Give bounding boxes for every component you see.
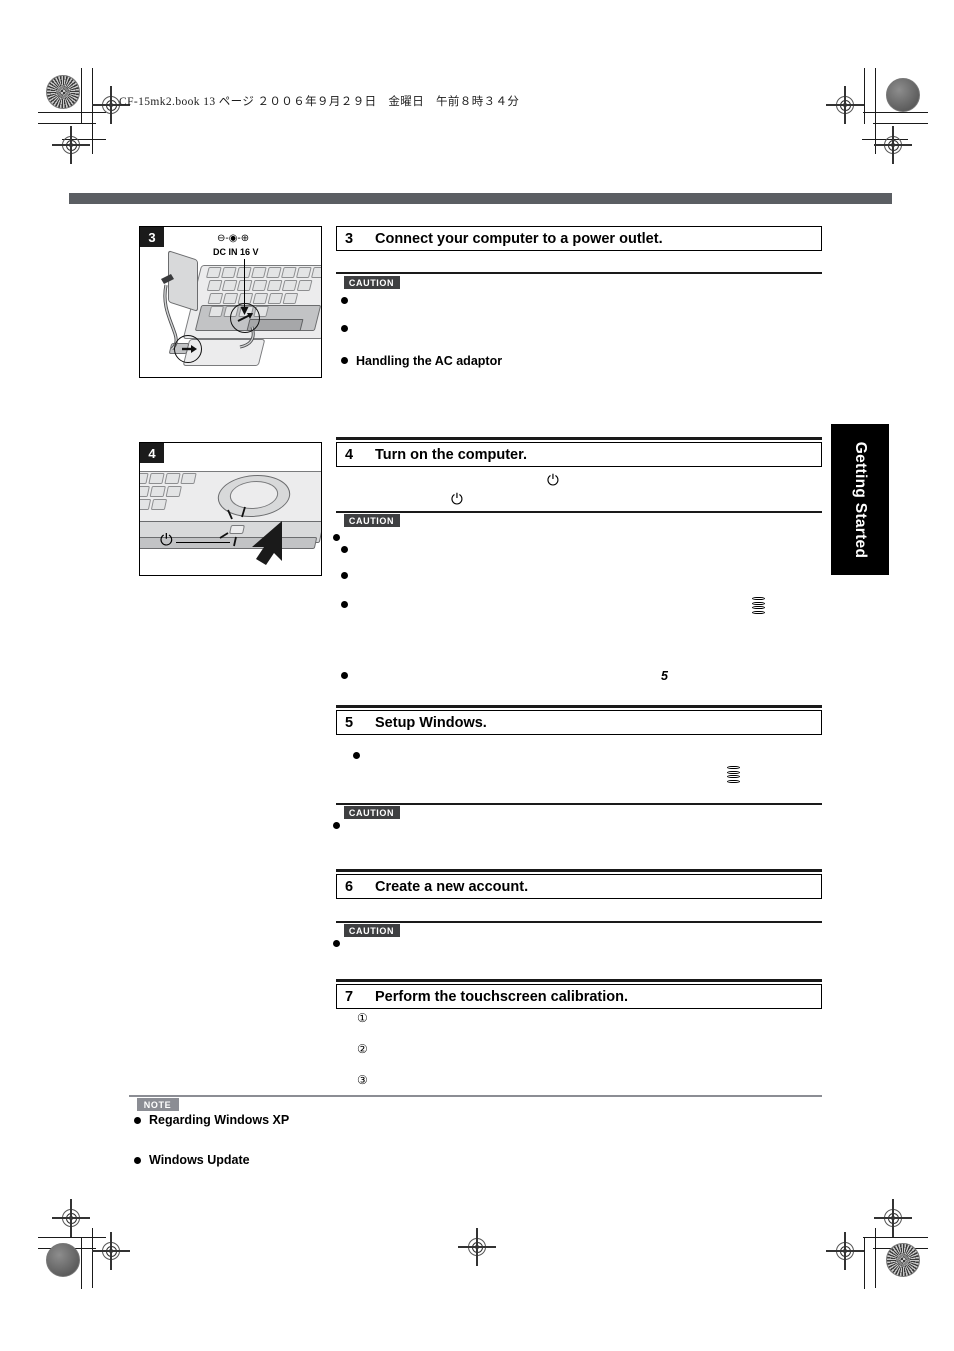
page-imprint-line: CF-15mk2.book 13 ページ ２００６年９月２９日 金曜日 午前８時… xyxy=(119,96,520,108)
step-7-number: 7 xyxy=(345,988,354,1005)
registration-mark-top-right-a xyxy=(826,86,864,124)
crop-line xyxy=(863,1237,928,1239)
crop-line xyxy=(92,1228,94,1288)
note-item-1-text: Regarding Windows XP xyxy=(149,1113,290,1127)
step-3-title-bar: 3 Connect your computer to a power outle… xyxy=(336,226,822,251)
step-4-title: Turn on the computer. xyxy=(375,446,527,463)
registration-starburst-bottom-right xyxy=(886,1243,920,1277)
chapter-thumb-tab-label: Getting Started xyxy=(852,441,869,558)
note-top-rule xyxy=(129,1095,822,1098)
registration-mark-top-left-b xyxy=(52,126,90,164)
chapter-thumb-tab: Getting Started xyxy=(831,424,889,575)
crop-line xyxy=(38,123,96,125)
step-5-bullet-1 xyxy=(353,752,360,759)
step-5-bullet-2 xyxy=(333,822,340,829)
registration-dot-bottom-left xyxy=(46,1243,80,1277)
registration-mark-bottom-center xyxy=(458,1228,496,1266)
page-header-rule xyxy=(69,193,892,204)
note-bullet-2 xyxy=(134,1157,141,1164)
reference-manual-icon-1 xyxy=(752,597,765,614)
note-bullet-1 xyxy=(134,1117,141,1124)
press-arrow-icon xyxy=(252,521,282,565)
step-6-title: Create a new account. xyxy=(375,878,529,895)
step-4-bullet-5 xyxy=(341,672,348,679)
step-5-caution-badge: CAUTION xyxy=(344,806,400,819)
step-7-substep-2: ② xyxy=(357,1042,368,1056)
step-3-bullet-1 xyxy=(341,297,348,304)
crop-line xyxy=(92,68,94,154)
crop-line xyxy=(864,1237,866,1289)
step-4-caution-badge: CAUTION xyxy=(344,514,400,527)
step-5-number: 5 xyxy=(345,714,354,731)
step-6-bullet-1 xyxy=(333,940,340,947)
figure-step-4: 4 ⏻ xyxy=(139,442,322,576)
step-4-bullet-4 xyxy=(341,601,348,608)
crop-line xyxy=(875,68,877,154)
step-4-bullet-1 xyxy=(333,534,340,541)
figure-step-3: 3 ⊖-◉-⊕ DC IN 16 V xyxy=(139,226,322,378)
step-3-bullet-2 xyxy=(341,325,348,332)
step-6-title-bar: 6 Create a new account. xyxy=(336,874,822,899)
step-7-substep-3: ③ xyxy=(357,1073,368,1087)
step-7-top-rule xyxy=(336,979,822,982)
step-4-caution-rule xyxy=(336,511,822,513)
step-3-bullet-3-text: Handling the AC adaptor xyxy=(356,354,503,368)
step-4-power-glyph-a: ⏻ xyxy=(547,472,559,489)
step-4-title-bar: 4 Turn on the computer. xyxy=(336,442,822,467)
callout-arrows xyxy=(182,313,253,353)
step-7-substep-1: ① xyxy=(357,1011,368,1025)
step-4-power-glyph-b: ⏻ xyxy=(451,491,463,508)
crop-line xyxy=(38,112,106,114)
step-4-top-rule xyxy=(336,437,822,440)
registration-mark-bottom-left-a xyxy=(52,1199,90,1237)
crop-line xyxy=(81,1237,83,1289)
crop-line xyxy=(864,68,866,124)
step-3-title: Connect your computer to a power outlet. xyxy=(375,230,663,247)
step-3-caution-rule xyxy=(336,272,822,274)
step-4-bullet-3 xyxy=(341,572,348,579)
note-item-2-text: Windows Update xyxy=(149,1153,250,1167)
step-3-bullet-3 xyxy=(341,357,348,364)
reference-manual-icon-2 xyxy=(727,766,740,783)
crop-line xyxy=(863,112,928,114)
step-6-top-rule xyxy=(336,869,822,872)
registration-starburst-top-left xyxy=(46,75,80,109)
registration-mark-top-right-b xyxy=(874,126,912,164)
step-6-caution-badge: CAUTION xyxy=(344,924,400,937)
step-6-number: 6 xyxy=(345,878,354,895)
registration-dot-top-right xyxy=(886,78,920,112)
step-5-title: Setup Windows. xyxy=(375,714,487,731)
crop-line xyxy=(873,123,928,125)
step-4-bullet-2 xyxy=(341,546,348,553)
step-3-number: 3 xyxy=(345,230,354,247)
registration-mark-bottom-right-b xyxy=(826,1232,864,1270)
registration-mark-bottom-right-a xyxy=(874,1199,912,1237)
crop-line xyxy=(875,1228,877,1288)
step-5-title-bar: 5 Setup Windows. xyxy=(336,710,822,735)
step-6-caution-rule xyxy=(336,921,822,923)
step-5-top-rule xyxy=(336,705,822,708)
step-4-reference-page: 5 xyxy=(661,669,668,683)
step-3-caution-badge: CAUTION xyxy=(344,276,400,289)
crop-line xyxy=(81,68,83,124)
step-4-number: 4 xyxy=(345,446,354,463)
step-7-title: Perform the touchscreen calibration. xyxy=(375,988,629,1005)
step-7-title-bar: 7 Perform the touchscreen calibration. xyxy=(336,984,822,1009)
crop-line xyxy=(38,1237,106,1239)
note-badge: NOTE xyxy=(137,1098,179,1111)
step-5-caution-rule xyxy=(336,803,822,805)
registration-mark-bottom-left-b xyxy=(92,1232,130,1270)
